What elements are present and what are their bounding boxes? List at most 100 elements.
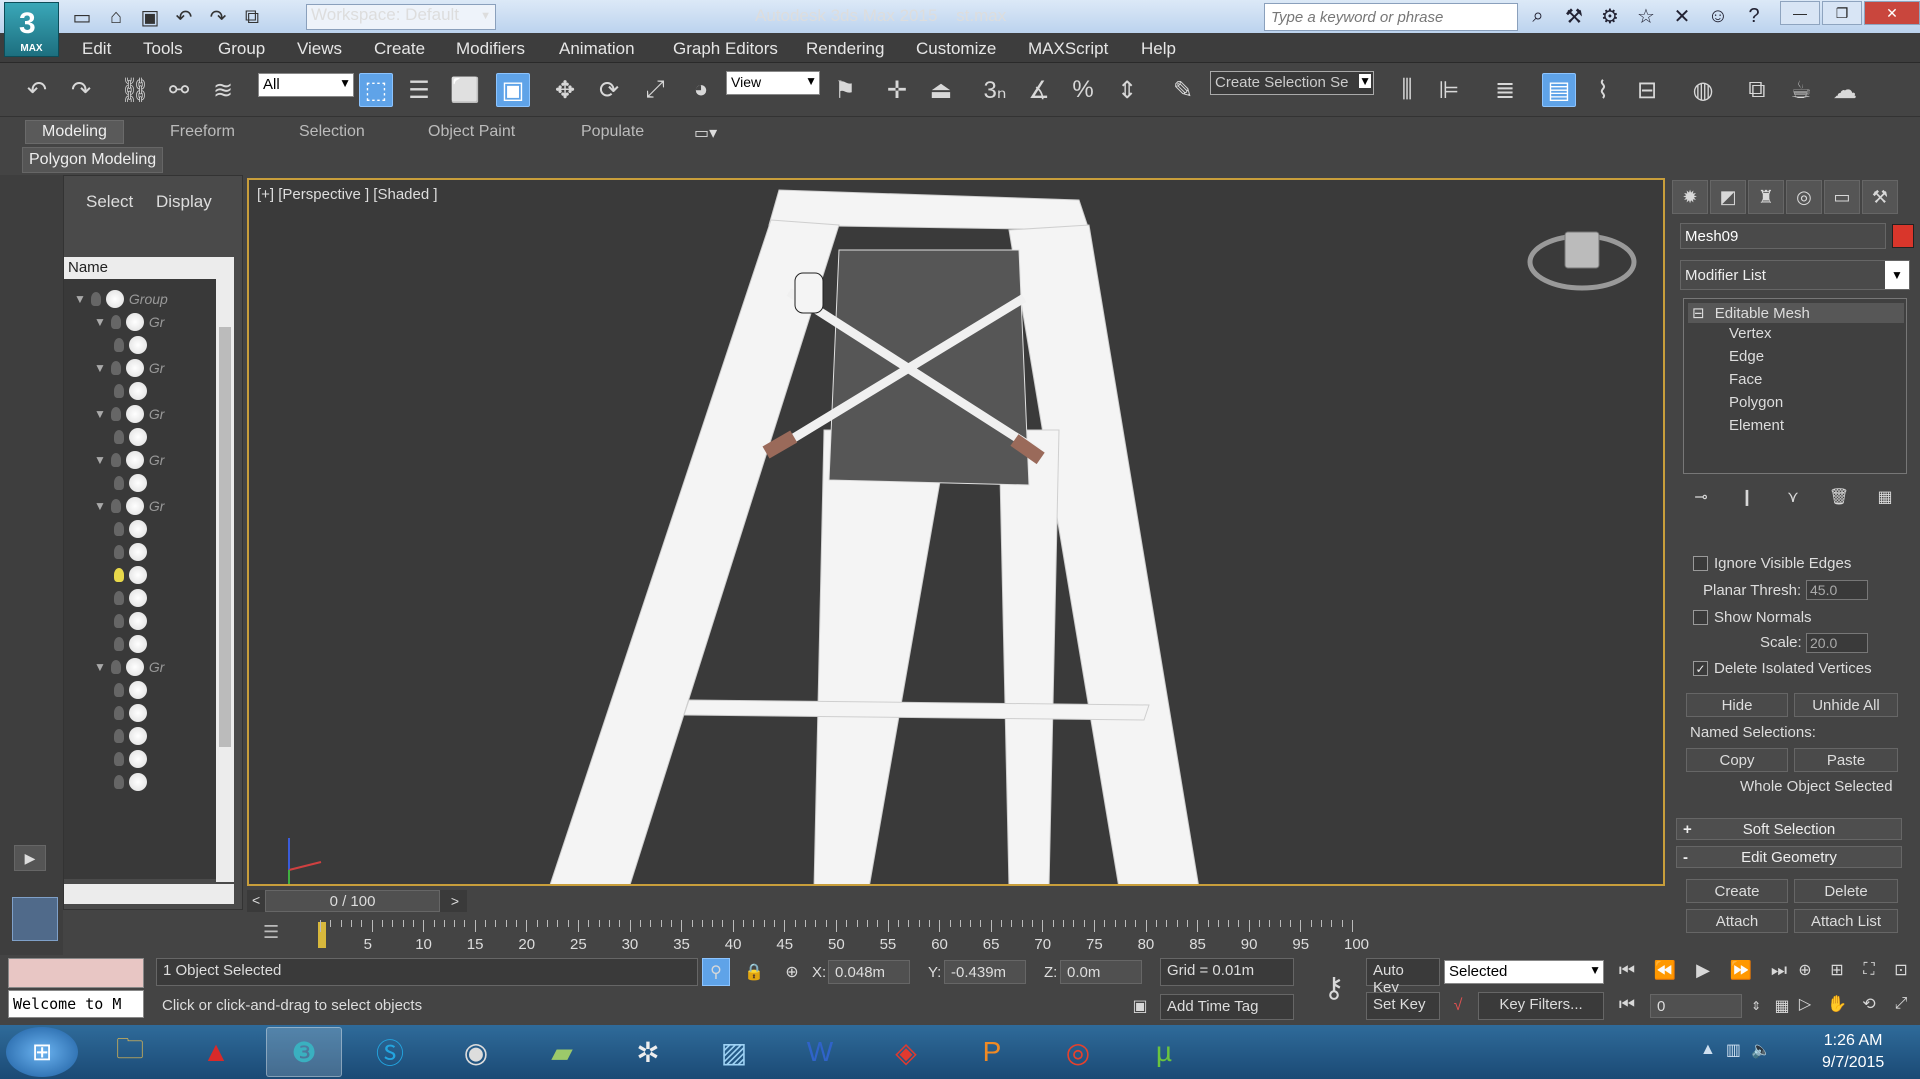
object-color-swatch[interactable] bbox=[1892, 224, 1914, 248]
visibility-icon[interactable] bbox=[125, 405, 144, 423]
app-logo[interactable]: 3 MAX bbox=[4, 2, 59, 57]
named-selection-dropdown[interactable]: Create Selection Se ▼ bbox=[1210, 71, 1374, 95]
tab-populate[interactable]: Populate bbox=[581, 123, 644, 141]
taskbar-powerpoint[interactable]: P bbox=[954, 1027, 1030, 1077]
show-normals-checkbox[interactable] bbox=[1693, 610, 1708, 625]
current-frame-field[interactable]: 0 bbox=[1650, 994, 1742, 1018]
tab-freeform[interactable]: Freeform bbox=[170, 123, 235, 141]
motion-tab-icon[interactable]: ◎ bbox=[1786, 180, 1822, 214]
perspective-viewport[interactable]: [+] [Perspective ] [Shaded ] bbox=[247, 178, 1665, 886]
search-input[interactable]: Type a keyword or phrase bbox=[1264, 3, 1518, 31]
zoom-extents-all-icon[interactable]: ⊡ bbox=[1888, 960, 1914, 980]
scene-tree-row[interactable]: ▼ Gr bbox=[94, 356, 164, 380]
lock-icon[interactable]: 🔒 bbox=[740, 958, 768, 986]
go-to-end-icon[interactable]: ⏭ bbox=[1766, 960, 1792, 981]
network-icon[interactable]: ▥ bbox=[1726, 1040, 1741, 1060]
attach-button[interactable]: Attach bbox=[1686, 909, 1788, 933]
visibility-icon[interactable] bbox=[129, 704, 147, 722]
stack-item-polygon[interactable]: Polygon bbox=[1729, 394, 1783, 411]
scene-explorer-icon[interactable]: ▤ bbox=[1542, 73, 1576, 107]
play-icon[interactable]: ▶ bbox=[14, 845, 46, 871]
align-icon[interactable]: ⊫ bbox=[1432, 73, 1466, 107]
taskbar-skype[interactable]: Ⓢ bbox=[352, 1027, 428, 1077]
expand-arrow-icon[interactable]: ▼ bbox=[94, 407, 106, 421]
scale-spinner[interactable]: 20.0 bbox=[1806, 633, 1868, 653]
light-bulb-icon[interactable] bbox=[110, 660, 121, 674]
visibility-icon[interactable] bbox=[129, 750, 147, 768]
rendered-frame-icon[interactable]: ☕ bbox=[1784, 73, 1818, 107]
light-bulb-icon[interactable] bbox=[114, 568, 124, 582]
tab-selection[interactable]: Selection bbox=[299, 123, 365, 141]
taskbar-cinema4d[interactable]: ◉ bbox=[438, 1027, 514, 1077]
taskbar-word[interactable]: W bbox=[782, 1027, 858, 1077]
light-bulb-icon[interactable] bbox=[110, 361, 121, 375]
maxscript-listener-input[interactable]: Welcome to M bbox=[8, 990, 144, 1018]
scene-tree-row[interactable]: ▼ Gr bbox=[94, 402, 164, 426]
visibility-icon[interactable] bbox=[129, 382, 147, 400]
taskbar-3dsmax[interactable]: ❸ bbox=[266, 1027, 342, 1077]
maximize-button[interactable]: ❐ bbox=[1822, 1, 1862, 25]
scene-tree-row[interactable] bbox=[114, 517, 147, 541]
track-bar-menu-icon[interactable]: ☰ bbox=[263, 922, 279, 943]
menu-graph-editors[interactable]: Graph Editors bbox=[673, 39, 778, 59]
tab-object-paint[interactable]: Object Paint bbox=[428, 123, 515, 141]
scene-select-menu[interactable]: Select bbox=[86, 192, 133, 212]
expand-arrow-icon[interactable]: ▼ bbox=[74, 292, 86, 306]
select-by-name-icon[interactable]: ☰ bbox=[402, 73, 436, 107]
light-bulb-icon[interactable] bbox=[114, 683, 124, 697]
light-bulb-icon[interactable] bbox=[110, 453, 121, 467]
light-bulb-icon[interactable] bbox=[114, 729, 124, 743]
visibility-icon[interactable] bbox=[125, 451, 144, 469]
next-key-icon[interactable]: ⏩ bbox=[1728, 960, 1754, 981]
visibility-icon[interactable] bbox=[105, 290, 124, 308]
play-icon[interactable]: ▶ bbox=[1690, 960, 1716, 981]
system-clock[interactable]: 1:26 AM 9/7/2015 bbox=[1822, 1030, 1884, 1074]
exchange-icon[interactable]: ⚙ bbox=[1596, 3, 1624, 29]
menu-group[interactable]: Group bbox=[218, 39, 265, 59]
zoom-icon[interactable]: ⊕ bbox=[1792, 960, 1818, 980]
light-bulb-icon[interactable] bbox=[114, 752, 124, 766]
hide-button[interactable]: Hide bbox=[1686, 693, 1788, 717]
light-bulb-icon[interactable] bbox=[114, 637, 124, 651]
polygon-modeling-panel[interactable]: Polygon Modeling bbox=[22, 147, 164, 173]
menu-customize[interactable]: Customize bbox=[916, 39, 996, 59]
window-crossing-icon[interactable]: ▣ bbox=[496, 73, 530, 107]
light-bulb-icon[interactable] bbox=[110, 499, 121, 513]
link-icon[interactable]: ⛓ bbox=[118, 73, 152, 107]
light-bulb-icon[interactable] bbox=[110, 407, 121, 421]
y-coordinate-field[interactable]: -0.439m bbox=[944, 960, 1026, 984]
set-key-button[interactable]: Set Key bbox=[1366, 992, 1440, 1020]
scene-tree-row[interactable]: ▼ Gr bbox=[94, 494, 164, 518]
set-key-icon[interactable]: ⚷ bbox=[1312, 962, 1356, 1012]
visibility-icon[interactable] bbox=[125, 359, 144, 377]
time-config-icon[interactable]: ▦ bbox=[1770, 994, 1794, 1018]
unhide-all-button[interactable]: Unhide All bbox=[1794, 693, 1898, 717]
material-editor-icon[interactable]: ◍ bbox=[1686, 73, 1720, 107]
collapse-icon[interactable]: ⊟ bbox=[1692, 305, 1705, 322]
tab-modeling[interactable]: Modeling bbox=[25, 120, 124, 144]
x-coordinate-field[interactable]: 0.048m bbox=[828, 960, 910, 984]
scene-tree-row[interactable] bbox=[114, 747, 147, 771]
menu-maxscript[interactable]: MAXScript bbox=[1028, 39, 1108, 59]
auto-key-button[interactable]: Auto Key bbox=[1366, 958, 1440, 996]
keyboard-shortcut-override-icon[interactable]: ⏏ bbox=[924, 73, 958, 107]
light-bulb-icon[interactable] bbox=[114, 545, 124, 559]
time-slider-thumb[interactable]: 0 / 100 bbox=[265, 890, 440, 912]
stool-model[interactable] bbox=[249, 180, 1665, 886]
place-icon[interactable]: ◕ bbox=[684, 73, 718, 107]
close-button[interactable]: ✕ bbox=[1864, 1, 1920, 25]
scene-tree-row[interactable] bbox=[114, 425, 147, 449]
taskbar-app[interactable]: ✲ bbox=[610, 1027, 686, 1077]
stack-item-face[interactable]: Face bbox=[1729, 371, 1762, 388]
scene-tree-row[interactable] bbox=[114, 724, 147, 748]
scene-display-menu[interactable]: Display bbox=[156, 192, 212, 212]
render-setup-icon[interactable]: ⧉ bbox=[1740, 73, 1774, 107]
absolute-mode-icon[interactable]: ⊕ bbox=[778, 958, 806, 986]
undo-icon[interactable]: ↶ bbox=[20, 73, 54, 107]
scene-tree-hscrollbar[interactable] bbox=[64, 884, 234, 904]
scene-tree-row[interactable] bbox=[114, 471, 147, 495]
user-icon[interactable]: ☺ bbox=[1704, 3, 1732, 29]
percent-snap-icon[interactable]: % bbox=[1066, 73, 1100, 107]
key-mode-toggle-icon[interactable]: ⏮ bbox=[1614, 994, 1640, 1015]
light-bulb-icon[interactable] bbox=[110, 315, 121, 329]
